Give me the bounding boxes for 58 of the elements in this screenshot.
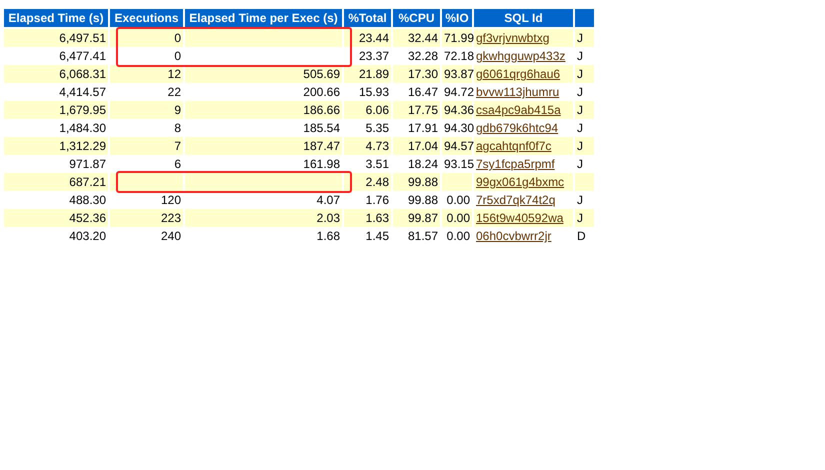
column-header: Executions: [110, 9, 183, 27]
sql-id-link[interactable]: gkwhgguwp433z: [476, 49, 566, 63]
table-cell: 32.44: [393, 29, 440, 47]
table-cell: 687.21: [4, 173, 108, 191]
sql-id-link[interactable]: bvvw113jhumru: [476, 85, 560, 99]
table-cell: 99.87: [393, 209, 440, 227]
sql-id-link[interactable]: g6061qrg6hau6: [476, 67, 560, 81]
table-cell: 187.47: [185, 137, 342, 155]
table-cell: 9: [110, 101, 183, 119]
sql-id-link[interactable]: gdb679k6htc94: [476, 121, 558, 135]
sql-id-link[interactable]: 7r5xd7qk74t2q: [476, 193, 556, 207]
column-header: %CPU: [393, 9, 440, 27]
column-header: %IO: [442, 9, 472, 27]
sql-id-link[interactable]: 7sy1fcpa5rpmf: [476, 157, 555, 171]
column-header: [575, 9, 594, 27]
table-cell: 17.75: [393, 101, 440, 119]
table-cell: 1.63: [344, 209, 391, 227]
column-header: SQL Id: [474, 9, 573, 27]
column-header: %Total: [344, 9, 391, 27]
table-cell: 17.30: [393, 65, 440, 83]
table-cell: 17.04: [393, 137, 440, 155]
table-cell: J: [575, 65, 594, 83]
sql-id-link[interactable]: 156t9w40592wa: [476, 211, 564, 225]
table-cell: 12: [110, 65, 183, 83]
table-cell: J: [575, 209, 594, 227]
table-cell: 452.36: [4, 209, 108, 227]
table-cell: [442, 173, 472, 191]
table-cell: 2.48: [344, 173, 391, 191]
table-cell: 94.36: [442, 101, 472, 119]
table-cell: 94.57: [442, 137, 472, 155]
sql-id-link[interactable]: csa4pc9ab415a: [476, 103, 561, 117]
table-cell: 6.06: [344, 101, 391, 119]
table-cell: 99.88: [393, 173, 440, 191]
column-header: Elapsed Time (s): [4, 9, 108, 27]
table-cell: J: [575, 137, 594, 155]
table-cell: [575, 173, 594, 191]
table-cell: 0: [110, 29, 183, 47]
table-cell: 2.03: [185, 209, 342, 227]
table-cell: 6,497.51: [4, 29, 108, 47]
table-cell: 186.66: [185, 101, 342, 119]
sql-id-link[interactable]: agcahtqnf0f7c: [476, 139, 552, 153]
table-cell: 1,679.95: [4, 101, 108, 119]
column-header: Elapsed Time per Exec (s): [185, 9, 342, 27]
sql-id-link[interactable]: gf3vrjvnwbtxg: [476, 31, 550, 45]
table-cell: 0.00: [442, 209, 472, 227]
table-cell: 7: [110, 137, 183, 155]
table-cell: J: [575, 101, 594, 119]
table-cell: J: [575, 29, 594, 47]
table-cell: 1,312.29: [4, 137, 108, 155]
table-cell: 223: [110, 209, 183, 227]
sql-id-link[interactable]: 06h0cvbwrr2jr: [476, 229, 552, 243]
table-cell: 6,068.31: [4, 65, 108, 83]
table-cell: 4.73: [344, 137, 391, 155]
table-cell: 93.87: [442, 65, 472, 83]
table-cell: 21.89: [344, 65, 391, 83]
table-cell: 71.99: [442, 29, 472, 47]
sql-id-link[interactable]: 99gx061g4bxmc: [476, 175, 564, 189]
table-cell: 23.44: [344, 29, 391, 47]
